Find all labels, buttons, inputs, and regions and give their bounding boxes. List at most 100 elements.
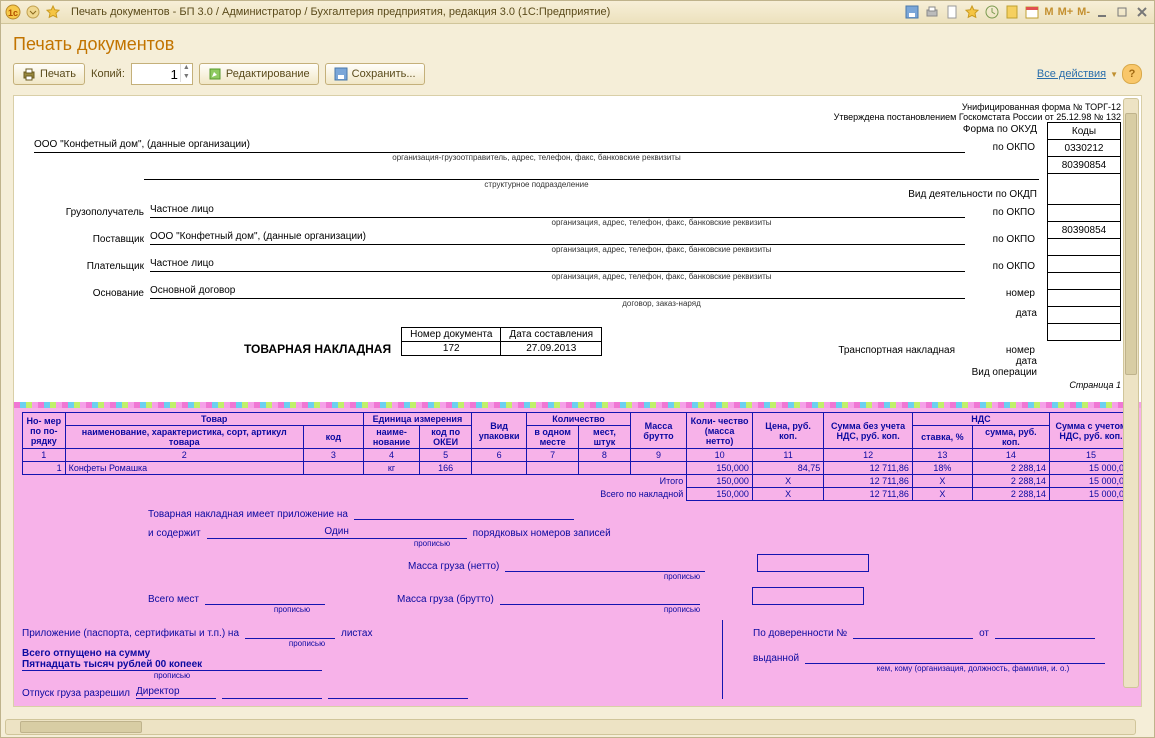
close-icon[interactable]: [1134, 4, 1150, 20]
places-label: Всего мест: [148, 594, 199, 605]
edit-button[interactable]: Редактирование: [199, 63, 319, 85]
document-header: Унифицированная форма № ТОРГ-12 Утвержде…: [14, 96, 1141, 396]
printer-icon: [22, 67, 36, 81]
docnum-header: Номер документа: [402, 328, 501, 342]
issued-label: выданной: [753, 653, 799, 664]
star-icon[interactable]: [45, 4, 61, 20]
mass-gross-label: Масса груза (брутто): [397, 594, 494, 605]
spin-up-icon[interactable]: ▲: [180, 64, 192, 73]
mass-net-label: Масса груза (нетто): [408, 561, 499, 572]
vertical-scrollbar[interactable]: [1123, 98, 1139, 688]
scroll-thumb[interactable]: [20, 721, 142, 733]
codes-header: Коды: [1048, 123, 1121, 140]
m-minus-button[interactable]: M-: [1077, 6, 1090, 18]
consignee-sub: организация, адрес, телефон, факс, банко…: [284, 218, 1041, 227]
print-icon[interactable]: [924, 4, 940, 20]
th-vsum: сумма, руб. коп.: [972, 426, 1049, 449]
th-ucode: код по ОКЕИ: [420, 426, 472, 449]
payer-sub: организация, адрес, телефон, факс, банко…: [284, 272, 1041, 281]
print-label: Печать: [40, 68, 76, 80]
calendar-icon[interactable]: [1024, 4, 1040, 20]
horizontal-scrollbar[interactable]: [5, 719, 1136, 735]
dropdown-icon[interactable]: [25, 4, 41, 20]
print-button[interactable]: Печать: [13, 63, 85, 85]
help-icon[interactable]: ?: [1122, 64, 1142, 84]
toolbar: Печать Копий: ▲▼ Редактирование Сохранит…: [13, 63, 1142, 85]
copies-label: Копий:: [91, 68, 125, 80]
th-qnet: Коли- чество (масса нетто): [687, 413, 753, 449]
all-actions-link[interactable]: Все действия: [1037, 68, 1106, 80]
data-grid-area: Но- мер по по- рядку Товар Единица измер…: [14, 404, 1141, 707]
scroll-thumb[interactable]: [1125, 113, 1137, 375]
consignee-label: Грузополучатель: [34, 207, 150, 218]
minimize-icon[interactable]: [1094, 4, 1110, 20]
codes-table: Коды 0330212 80390854 80390854: [1047, 122, 1121, 341]
copies-spinner[interactable]: ▲▼: [131, 63, 193, 85]
save-button[interactable]: Сохранить...: [325, 63, 425, 85]
window-title: Печать документов - БП 3.0 / Администрат…: [71, 6, 610, 18]
form-note-2: Утверждена постановлением Госкомстата Ро…: [34, 112, 1121, 122]
th-sum: Сумма без учета НДС, руб. коп.: [824, 413, 913, 449]
titlebar-tools: M M+ M-: [904, 4, 1150, 20]
th-goods: Товар: [65, 413, 363, 426]
spin-down-icon[interactable]: ▼: [180, 73, 192, 82]
basis-label: Основание: [34, 288, 150, 299]
calc-icon[interactable]: [1004, 4, 1020, 20]
okud-label: Форма по ОКУД: [34, 124, 1041, 135]
code-okpo-4: [1048, 239, 1121, 256]
org-value: ООО "Конфетный дом", (данные организации…: [34, 139, 965, 153]
th-q2: мест, штук: [579, 426, 631, 449]
trans-label: Транспортная накладная: [838, 345, 955, 356]
code-date-2: [1048, 307, 1121, 324]
th-price: Цена, руб. коп.: [752, 413, 823, 449]
attach-text: Товарная накладная имеет приложение на: [148, 509, 348, 520]
history-icon[interactable]: [984, 4, 1000, 20]
th-name: наименование, характеристика, сорт, арти…: [65, 426, 303, 449]
okpo-label-3: по ОКПО: [965, 234, 1039, 245]
vsego-row: Всего по накладной 150,000 X 12 711,86 X…: [23, 488, 1133, 501]
okpo-label-4: по ОКПО: [965, 261, 1039, 272]
page-number: Страница 1: [34, 380, 1121, 390]
m-button[interactable]: M: [1044, 6, 1053, 18]
save-icon[interactable]: [904, 4, 920, 20]
content-area: Печать документов Печать Копий: ▲▼ Редак…: [1, 24, 1154, 707]
svg-text:1c: 1c: [8, 8, 18, 18]
m-plus-button[interactable]: M+: [1058, 6, 1074, 18]
num-label-1: номер: [965, 288, 1039, 299]
date-label-2: дата: [34, 356, 1041, 367]
okdp-label: Вид деятельности по ОКДП: [34, 189, 1041, 200]
attach2-label: Приложение (паспорта, сертификаты и т.п.…: [22, 628, 239, 639]
form-note-1: Унифицированная форма № ТОРГ-12: [34, 102, 1121, 112]
app-window: 1c Печать документов - БП 3.0 / Админист…: [0, 0, 1155, 738]
docnum-table: Номер документаДата составления 17227.09…: [401, 327, 602, 356]
fav-icon[interactable]: [964, 4, 980, 20]
restore-icon[interactable]: [1114, 4, 1130, 20]
code-date-1: [1048, 273, 1121, 290]
doc-icon[interactable]: [944, 4, 960, 20]
chevron-down-icon[interactable]: ▼: [1110, 70, 1118, 79]
okpo-label-1: по ОКПО: [965, 142, 1039, 153]
code-okdp: [1048, 174, 1121, 205]
edit-label: Редактирование: [226, 68, 310, 80]
th-pack: Вид упаковки: [472, 413, 527, 449]
table-row: 1 Конфеты Ромашка кг 166 150,000 84,75 1…: [23, 462, 1133, 475]
basis-value: Основной договор: [150, 285, 965, 299]
num-label-2: номер: [965, 345, 1039, 356]
okpo-label-2: по ОКПО: [965, 207, 1039, 218]
sheets-label: листах: [341, 628, 372, 639]
payer-label: Плательщик: [34, 261, 150, 272]
document-viewport: Унифицированная форма № ТОРГ-12 Утвержде…: [13, 95, 1142, 707]
app-logo-icon: 1c: [5, 4, 21, 20]
colnum-row: 123456789101112131415: [23, 449, 1133, 462]
code-num-2: [1048, 290, 1121, 307]
docnum-value: 172: [402, 342, 501, 356]
code-op: [1048, 324, 1121, 341]
struct-sub: структурное подразделение: [34, 180, 1041, 189]
th-code: код: [303, 426, 363, 449]
th-uname: наиме- нование: [363, 426, 419, 449]
supplier-label: Поставщик: [34, 234, 150, 245]
date-label-1: дата: [34, 308, 1041, 319]
amount-words: Пятнадцать тысяч рублей 00 копеек: [22, 659, 322, 671]
th-qty: Количество: [527, 413, 631, 426]
org-sub: организация-грузоотправитель, адрес, тел…: [34, 153, 1041, 162]
